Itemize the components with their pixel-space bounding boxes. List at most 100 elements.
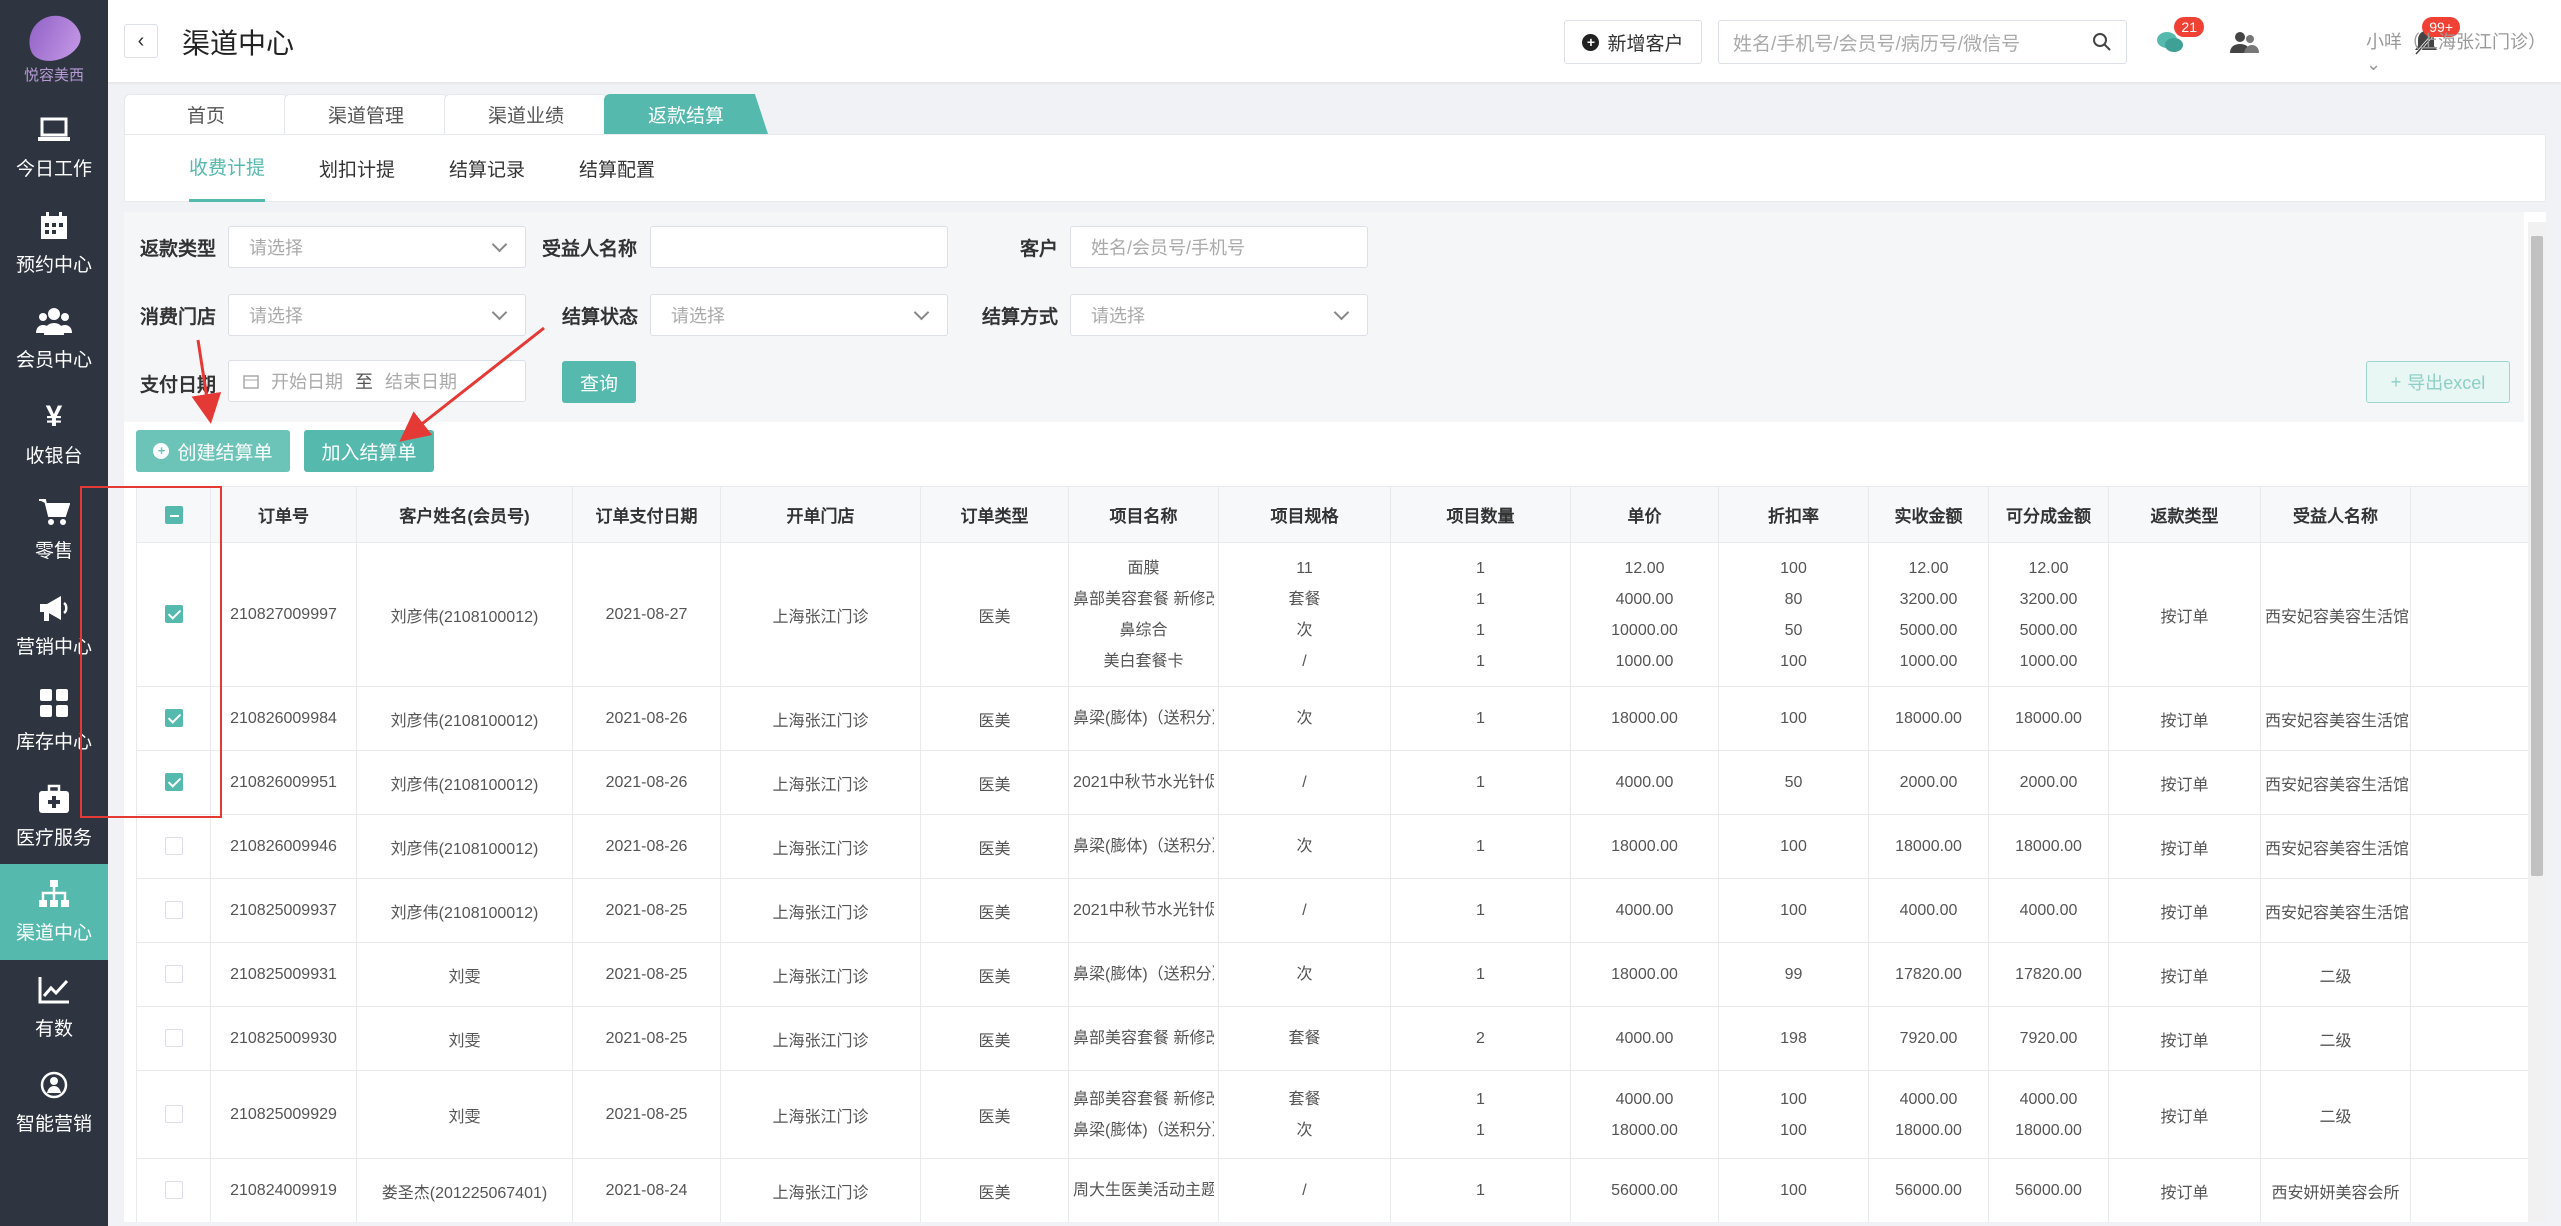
table-row[interactable]: 210826009951 刘彦伟(2108100012) 2021-08-26 上海张… xyxy=(136,750,2531,815)
create-settlement-label: 创建结算单 xyxy=(177,442,273,464)
row-checkbox[interactable] xyxy=(164,605,183,624)
qty-cell: 1 xyxy=(1390,1158,1571,1222)
sidebar-item-8[interactable]: 渠道中心 xyxy=(0,864,108,960)
global-search-input[interactable]: 姓名/手机号/会员号/病历号/微信号 xyxy=(1718,20,2127,64)
method-value: 请选择 xyxy=(1091,306,1145,326)
sidebar-item-0[interactable]: 今日工作 xyxy=(0,100,108,196)
method-select[interactable]: 请选择 xyxy=(1070,294,1368,336)
sidebar-item-3[interactable]: ¥ 收银台 xyxy=(0,387,108,483)
sidebar-item-1[interactable]: 预约中心 xyxy=(0,196,108,292)
subnav-item-3[interactable]: 结算配置 xyxy=(579,134,655,202)
sidebar-item-2[interactable]: 会员中心 xyxy=(0,291,108,387)
smart-icon xyxy=(39,1069,69,1101)
plus-icon: + xyxy=(2390,371,2402,392)
row-checkbox[interactable] xyxy=(164,837,183,856)
table-row[interactable]: 210824009919 娄圣杰(201225067401) 2021-08-24 上… xyxy=(136,1158,2531,1222)
sidebar-item-label: 营销中心 xyxy=(15,636,92,658)
refund-type-select[interactable]: 请选择 xyxy=(228,226,526,268)
item-qty: 1 xyxy=(1476,1121,1485,1139)
tab-0[interactable]: 首页 xyxy=(124,94,288,134)
customer-cell: 刘彦伟(2108100012) xyxy=(356,750,573,815)
create-settlement-button[interactable]: + 创建结算单 xyxy=(136,430,290,472)
price-cell: 18000.00 xyxy=(1570,942,1719,1007)
row-checkbox[interactable] xyxy=(164,773,183,792)
tab-1[interactable]: 渠道管理 xyxy=(284,94,448,134)
back-button[interactable]: ‹ xyxy=(124,24,158,58)
spec-cell: 次 xyxy=(1218,942,1391,1007)
sidebar-item-9[interactable]: 有数 xyxy=(0,960,108,1056)
search-icon[interactable] xyxy=(2092,32,2112,52)
table-row[interactable]: 210825009930 刘雯 2021-08-25 上海张江门诊 医美 鼻部美容套餐 新… xyxy=(136,1006,2531,1071)
beneficiary-cell: 二级 xyxy=(2260,1006,2411,1071)
item-received: 3200.00 xyxy=(1899,590,1958,608)
sub-nav: 收费计提 划扣计提 结算记录 结算配置 xyxy=(124,134,2546,202)
name-cell: 鼻部美容套餐 新修改 鼻梁(膨体)（送积分） xyxy=(1068,1070,1219,1159)
row-checkbox[interactable] xyxy=(164,965,183,984)
beneficiary-input[interactable] xyxy=(650,226,948,268)
status-select[interactable]: 请选择 xyxy=(650,294,948,336)
pay-date-cell: 2021-08-25 xyxy=(572,942,721,1007)
customer-input[interactable]: 姓名/会员号/手机号 xyxy=(1070,226,1368,268)
add-customer-button[interactable]: + 新增客户 xyxy=(1564,20,1702,64)
team-button[interactable] xyxy=(2222,20,2266,64)
refund-type-cell: 按订单 xyxy=(2108,1158,2261,1222)
store-cell: 上海张江门诊 xyxy=(720,542,921,687)
refund-type-value: 请选择 xyxy=(249,238,303,258)
table-row[interactable]: 210827009997 刘彦伟(2108100012) 2021-08-27 上海张… xyxy=(136,542,2531,687)
customer-cell: 刘彦伟(2108100012) xyxy=(356,542,573,687)
end-date-input[interactable]: 结束日期 xyxy=(385,368,457,394)
select-all-checkbox[interactable] xyxy=(164,506,183,525)
row-checkbox[interactable] xyxy=(164,1181,183,1200)
tab-2[interactable]: 渠道业绩 xyxy=(444,94,608,134)
pay-date-range[interactable]: 开始日期 至 结束日期 xyxy=(228,360,526,402)
table-row[interactable]: 210825009929 刘雯 2021-08-25 上海张江门诊 医美 鼻部美容套餐 新… xyxy=(136,1070,2531,1159)
pay-date-cell: 2021-08-25 xyxy=(572,1070,721,1159)
row-checkbox[interactable] xyxy=(164,709,183,728)
start-date-input[interactable]: 开始日期 xyxy=(271,368,343,394)
export-excel-button[interactable]: + 导出excel xyxy=(2366,361,2510,403)
vertical-scrollbar[interactable] xyxy=(2528,222,2546,1222)
user-menu[interactable]: 小咩（上海张江门诊） ⌄ xyxy=(2366,28,2561,75)
beneficiary-cell: 二级 xyxy=(2260,942,2411,1007)
price-cell: 12.00 4000.00 10000.00 1000.00 xyxy=(1570,542,1719,687)
orders-table: 订单号 客户姓名(会员号) 订单支付日期 开单门店 订单类型 项目名称 项目规格 项目数量 单价… xyxy=(136,486,2546,1222)
sidebar-item-10[interactable]: 智能营销 xyxy=(0,1055,108,1151)
sidebar-item-7[interactable]: 医疗服务 xyxy=(0,769,108,865)
subnav-item-1[interactable]: 划扣计提 xyxy=(319,134,395,202)
customer-cell: 刘彦伟(2108100012) xyxy=(356,814,573,879)
item-spec: 次 xyxy=(1296,621,1313,639)
query-button[interactable]: 查询 xyxy=(562,361,636,403)
row-checkbox[interactable] xyxy=(164,901,183,920)
table-row[interactable]: 210825009931 刘雯 2021-08-25 上海张江门诊 医美 鼻梁(膨体)（送… xyxy=(136,942,2531,1007)
share-cell: 7920.00 xyxy=(1988,1006,2109,1071)
item-share: 5000.00 xyxy=(2019,621,2078,639)
price-cell: 4000.00 xyxy=(1570,878,1719,943)
store-select[interactable]: 请选择 xyxy=(228,294,526,336)
table-row[interactable]: 210826009984 刘彦伟(2108100012) 2021-08-26 上海张… xyxy=(136,686,2531,751)
subnav-item-0[interactable]: 收费计提 xyxy=(189,134,266,202)
scrollbar-thumb[interactable] xyxy=(2531,236,2543,876)
calendar-icon xyxy=(39,210,69,242)
item-received: 18000.00 xyxy=(1895,1121,1962,1139)
sidebar-item-5[interactable]: 营销中心 xyxy=(0,578,108,674)
table-row[interactable]: 210825009937 刘彦伟(2108100012) 2021-08-25 上海张… xyxy=(136,878,2531,943)
item-discount: 99 xyxy=(1784,966,1803,983)
checkbox-cell xyxy=(136,814,211,879)
sidebar-item-6[interactable]: 库存中心 xyxy=(0,673,108,769)
order-number-cell: 210826009946 xyxy=(210,814,357,879)
item-price: 56000.00 xyxy=(1611,1182,1678,1199)
sidebar-item-4[interactable]: 零售 xyxy=(0,482,108,578)
qty-cell: 1 xyxy=(1390,814,1571,879)
item-price: 4000.00 xyxy=(1615,774,1674,791)
row-checkbox[interactable] xyxy=(164,1105,183,1124)
item-discount: 80 xyxy=(1784,590,1803,608)
row-checkbox[interactable] xyxy=(164,1029,183,1048)
item-discount: 100 xyxy=(1780,710,1807,727)
table-row[interactable]: 210826009946 刘彦伟(2108100012) 2021-08-26 上海张… xyxy=(136,814,2531,879)
join-settlement-button[interactable]: 加入结算单 xyxy=(304,430,434,472)
subnav-item-2[interactable]: 结算记录 xyxy=(449,134,525,202)
chat-button[interactable]: 21 xyxy=(2148,17,2204,64)
item-received: 18000.00 xyxy=(1895,838,1962,855)
tab-3[interactable]: 返款结算 xyxy=(604,94,768,134)
share-cell: 2000.00 xyxy=(1988,750,2109,815)
